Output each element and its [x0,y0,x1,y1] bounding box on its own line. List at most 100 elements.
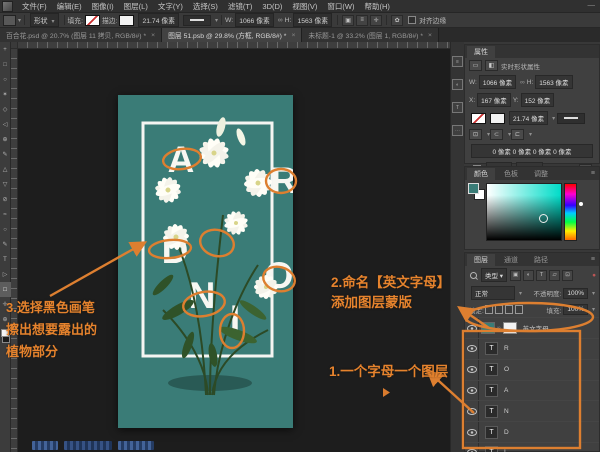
layer-name[interactable]: N [504,408,509,415]
align-edges-checkbox[interactable] [408,16,416,24]
layer-name[interactable]: D [504,429,509,436]
panel-menu-icon[interactable]: ≡ [591,256,595,263]
lock-transparent-icon[interactable] [485,305,493,314]
color-swatch-pair[interactable] [468,183,484,201]
tool-preset-icon[interactable] [3,15,16,26]
corner-radii-field[interactable]: 0 像素 0 像素 0 像素 0 像素 [471,144,593,158]
tab-swatches[interactable]: 色板 [497,168,525,180]
lasso-tool-icon[interactable]: ○ [0,72,11,87]
opacity-field[interactable]: 100% [563,288,588,299]
lock-pixels-icon[interactable] [495,305,503,314]
brush-tool-icon[interactable]: ✎ [0,147,11,162]
visibility-cell[interactable] [465,318,479,338]
eyedropper-tool-icon[interactable]: ◁ [0,117,11,132]
link-dimensions-icon[interactable]: ∞ [278,17,283,24]
width-field[interactable]: 1066 像素 [235,13,274,27]
tab-layers[interactable]: 图层 [467,254,495,266]
menu-filter[interactable]: 滤镜(T) [223,1,258,12]
filter-adjustment-icon[interactable]: ◐ [523,270,534,281]
eye-icon[interactable] [467,325,477,332]
menu-3d[interactable]: 3D(D) [257,2,287,11]
tab-adjustments[interactable]: 调整 [527,168,555,180]
layer-row[interactable]: T D [465,421,599,442]
hue-slider[interactable] [564,183,577,241]
healing-tool-icon[interactable]: ⊕ [0,132,11,147]
tab-channels[interactable]: 通道 [497,254,525,266]
w-field[interactable]: 1066 像素 [479,75,516,89]
mask-link-icon[interactable]: ∞ [497,325,501,331]
close-icon[interactable]: × [428,32,432,39]
tab-properties[interactable]: 属性 [467,46,495,58]
menu-edit[interactable]: 编辑(E) [52,1,87,12]
menu-help[interactable]: 帮助(H) [360,1,395,12]
path-operations-icon[interactable]: ▣ [342,15,354,26]
h-field[interactable]: 1563 像素 [535,75,572,89]
stroke-swatch[interactable] [119,15,134,26]
visibility-cell[interactable] [465,401,479,421]
crop-tool-icon[interactable]: ◇ [0,102,11,117]
layer-row[interactable]: T N [465,400,599,421]
layer-thumbnail[interactable] [481,322,495,334]
lock-all-icon[interactable] [515,305,523,314]
pen-tool-icon[interactable]: ✎ [0,237,11,252]
visibility-cell[interactable] [465,443,479,452]
filter-smart-object-icon[interactable]: ⊡ [562,270,573,281]
eraser-tool-icon[interactable]: ⊘ [0,192,11,207]
window-minimize-button[interactable]: — [588,0,596,9]
link-icon[interactable]: ∞ [520,79,525,86]
stroke-style-select[interactable] [183,15,211,26]
mask-properties-icon[interactable]: ◧ [485,60,498,71]
document-tab-active[interactable]: 图层 51.psb @ 29.8% (方框, RGB/8#) * × [162,28,302,42]
wand-tool-icon[interactable]: ✶ [0,87,11,102]
layer-mask-thumbnail[interactable] [503,322,517,334]
filter-toggle-icon[interactable]: ● [592,272,596,279]
path-align-icon[interactable]: ≡ [356,15,368,26]
menu-window[interactable]: 窗口(W) [322,1,359,12]
menu-type[interactable]: 文字(Y) [153,1,188,12]
stroke-swatch[interactable] [490,113,505,124]
gear-icon[interactable]: ✿ [391,15,403,26]
tab-color[interactable]: 颜色 [467,168,495,180]
layer-row[interactable]: T A [465,380,599,401]
close-icon[interactable]: × [151,32,155,39]
type-layer-thumbnail[interactable]: T [485,426,498,439]
fill-swatch[interactable] [471,113,486,124]
layer-row[interactable]: T I [465,442,599,452]
visibility-cell[interactable] [465,360,479,380]
eye-icon[interactable] [467,429,477,436]
menu-select[interactable]: 选择(S) [188,1,223,12]
foreground-color-swatch[interactable] [468,183,479,194]
menu-image[interactable]: 图像(I) [87,1,119,12]
fill-swatch[interactable] [85,15,100,26]
fill-opacity-field[interactable]: 100% [563,304,588,315]
info-panel-icon[interactable]: ◐ [452,79,463,90]
character-panel-icon[interactable]: T [452,102,463,113]
close-icon[interactable]: × [291,32,295,39]
history-panel-icon[interactable]: ≡ [452,56,463,67]
type-layer-thumbnail[interactable]: T [485,363,498,376]
menu-layer[interactable]: 图层(L) [119,1,153,12]
menu-view[interactable]: 视图(V) [287,1,322,12]
type-layer-thumbnail[interactable]: T [485,446,498,452]
path-select-tool-icon[interactable]: ▷ [0,267,11,282]
height-field[interactable]: 1563 像素 [293,13,332,27]
filter-shape-icon[interactable]: ▱ [549,270,560,281]
gradient-tool-icon[interactable]: ≈ [0,207,11,222]
shape-tool-icon[interactable]: □ [0,282,11,297]
stroke-align-select[interactable]: ⊡ [469,129,482,140]
layer-name[interactable]: A [504,387,508,394]
y-field[interactable]: 152 像素 [521,93,555,107]
visibility-cell[interactable] [465,339,479,359]
eye-icon[interactable] [467,345,477,352]
move-tool-icon[interactable]: + [0,42,11,57]
lock-position-icon[interactable] [505,305,513,314]
type-layer-thumbnail[interactable]: T [485,384,498,397]
stroke-corner-select[interactable]: ⊏ [511,129,524,140]
type-tool-icon[interactable]: T [0,252,11,267]
marquee-tool-icon[interactable]: □ [0,57,11,72]
stroke-width-field[interactable]: 21.74 像素 [138,13,179,27]
visibility-cell[interactable] [465,381,479,401]
eye-icon[interactable] [467,387,477,394]
history-brush-tool-icon[interactable]: ▽ [0,177,11,192]
tool-mode-select[interactable]: 形状 ▾ [30,13,59,27]
